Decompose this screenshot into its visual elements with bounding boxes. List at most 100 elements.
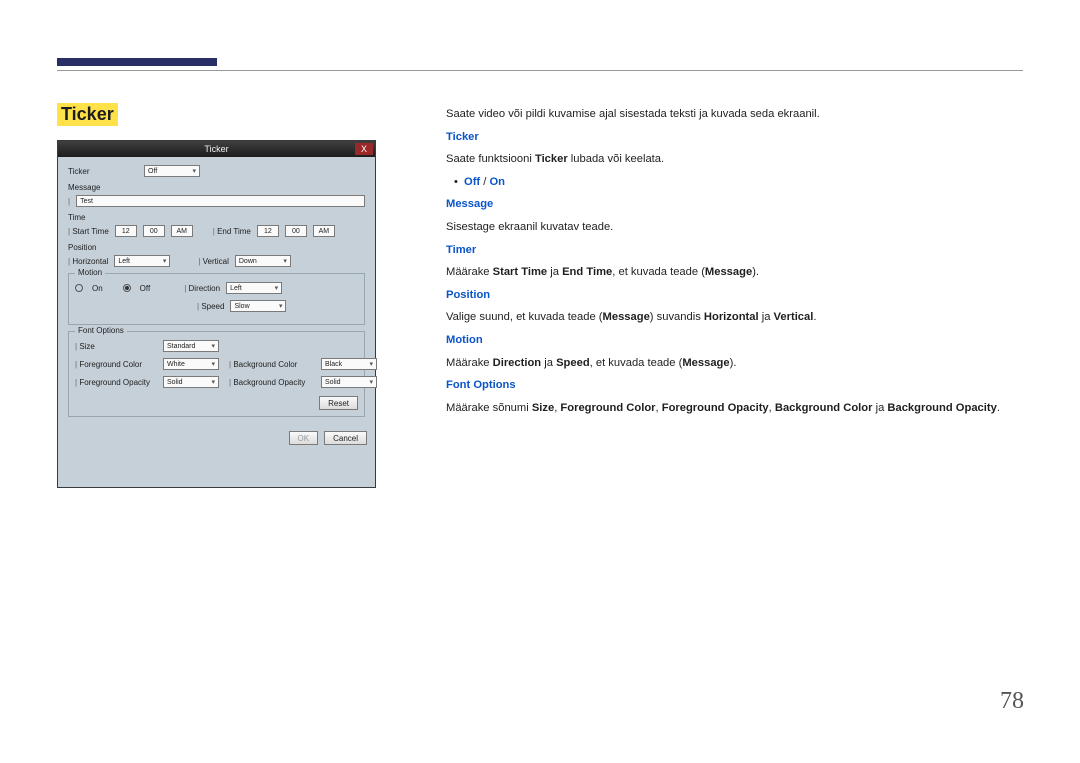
t7j: Background Opacity — [887, 402, 996, 414]
position-field-label: Position — [68, 243, 365, 252]
intro-text: Saate video või pildi kuvamise ajal sise… — [446, 105, 1026, 125]
bg-color-label: Background Color — [229, 360, 315, 369]
fg-color-label: Foreground Color — [75, 360, 157, 369]
cancel-button[interactable]: Cancel — [324, 431, 367, 445]
end-hh[interactable]: 12 — [257, 225, 279, 237]
start-ap[interactable]: AM — [171, 225, 193, 237]
fg-opacity-select[interactable]: Solid — [163, 376, 219, 388]
size-select[interactable]: Standard — [163, 340, 219, 352]
content-column: Saate video või pildi kuvamise ajal sise… — [446, 105, 1026, 421]
t5c: ) suvandis — [650, 311, 704, 323]
vertical-select[interactable]: Down — [235, 255, 291, 267]
t5f: Vertical — [774, 311, 814, 323]
t4f: Message — [705, 266, 752, 278]
time-field-label: Time — [68, 213, 365, 222]
message-desc: Sisestage ekraanil kuvatav teade. — [446, 218, 1026, 238]
section-message: Message — [446, 195, 1026, 215]
t7f: Foreground Opacity — [662, 402, 769, 414]
size-value: Standard — [167, 343, 195, 350]
section-motion: Motion — [446, 331, 1026, 351]
motion-off-label: Off — [140, 284, 151, 293]
ok-button[interactable]: OK — [289, 431, 319, 445]
t6e: , et kuvada teade ( — [590, 357, 683, 369]
end-mm[interactable]: 00 — [285, 225, 307, 237]
dialog-title: Ticker — [204, 144, 228, 154]
motion-off-radio[interactable] — [123, 284, 131, 292]
header-accent-bar — [57, 58, 217, 66]
close-icon[interactable]: X — [355, 143, 373, 155]
t7a: Määrake sõnumi — [446, 402, 532, 414]
vertical-label: Vertical — [198, 257, 229, 266]
t2a: Saate funktsiooni — [446, 153, 535, 165]
t4c: ja — [547, 266, 562, 278]
bg-opacity-value: Solid — [325, 379, 341, 386]
vertical-value: Down — [239, 258, 257, 265]
reset-button[interactable]: Reset — [319, 396, 358, 410]
bg-opacity-label: Background Opacity — [229, 378, 315, 387]
fg-opacity-value: Solid — [167, 379, 183, 386]
t5d: Horizontal — [704, 311, 759, 323]
end-time-label: End Time — [213, 227, 251, 236]
font-options-group: Font Options Size Standard Foreground Co… — [68, 331, 365, 417]
fg-color-value: White — [167, 361, 185, 368]
page-number: 78 — [1000, 688, 1024, 715]
t7h: Background Color — [775, 402, 873, 414]
motion-on-radio[interactable] — [75, 284, 83, 292]
motion-desc: Määrake Direction ja Speed, et kuvada te… — [446, 354, 1026, 374]
opt-on: On — [489, 176, 505, 188]
ticker-dialog-screenshot: Ticker X Ticker Off Message Test Time St… — [57, 140, 376, 488]
t6a: Määrake — [446, 357, 493, 369]
direction-label: Direction — [184, 284, 220, 293]
speed-value: Slow — [234, 303, 249, 310]
t5g: . — [813, 311, 816, 323]
t7b: Size — [532, 402, 554, 414]
ticker-field-label: Ticker — [68, 167, 138, 176]
t4d: End Time — [562, 266, 612, 278]
section-ticker: Ticker — [446, 128, 1026, 148]
ticker-select-value: Off — [148, 168, 157, 175]
t4b: Start Time — [493, 266, 548, 278]
message-field-label: Message — [68, 183, 365, 192]
start-time-label: Start Time — [68, 227, 109, 236]
speed-label: Speed — [197, 302, 224, 311]
t7k: . — [997, 402, 1000, 414]
position-desc: Valige suund, et kuvada teade (Message) … — [446, 308, 1026, 328]
page-title: Ticker — [57, 103, 118, 126]
motion-group: Motion On Off Direction Left Speed Slow — [68, 273, 365, 325]
direction-value: Left — [230, 285, 242, 292]
bg-opacity-select[interactable]: Solid — [321, 376, 377, 388]
speed-select[interactable]: Slow — [230, 300, 286, 312]
direction-select[interactable]: Left — [226, 282, 282, 294]
bg-color-select[interactable]: Black — [321, 358, 377, 370]
t4a: Määrake — [446, 266, 493, 278]
horizontal-value: Left — [118, 258, 130, 265]
bg-color-value: Black — [325, 361, 342, 368]
start-hh[interactable]: 12 — [115, 225, 137, 237]
message-input[interactable]: Test — [76, 195, 365, 207]
horizontal-label: Horizontal — [68, 257, 108, 266]
t6f: Message — [682, 357, 729, 369]
font-options-desc: Määrake sõnumi Size, Foreground Color, F… — [446, 399, 1026, 419]
section-font-options: Font Options — [446, 376, 1026, 396]
fg-color-select[interactable]: White — [163, 358, 219, 370]
motion-legend: Motion — [75, 268, 105, 277]
fg-opacity-label: Foreground Opacity — [75, 378, 157, 387]
t6g: ). — [730, 357, 737, 369]
size-label: Size — [75, 342, 157, 351]
horizontal-select[interactable]: Left — [114, 255, 170, 267]
ticker-select[interactable]: Off — [144, 165, 200, 177]
timer-desc: Määrake Start Time ja End Time, et kuvad… — [446, 263, 1026, 283]
motion-on-label: On — [92, 284, 103, 293]
header-rule — [57, 70, 1023, 71]
end-ap[interactable]: AM — [313, 225, 335, 237]
t7i: ja — [872, 402, 887, 414]
t6d: Speed — [556, 357, 590, 369]
ticker-desc: Saate funktsiooni Ticker lubada või keel… — [446, 150, 1026, 170]
font-options-legend: Font Options — [75, 326, 127, 335]
start-mm[interactable]: 00 — [143, 225, 165, 237]
t6b: Direction — [493, 357, 542, 369]
t7d: Foreground Color — [560, 402, 655, 414]
section-timer: Timer — [446, 241, 1026, 261]
dialog-title-bar: Ticker X — [58, 141, 375, 157]
t2c: lubada või keelata. — [568, 153, 664, 165]
